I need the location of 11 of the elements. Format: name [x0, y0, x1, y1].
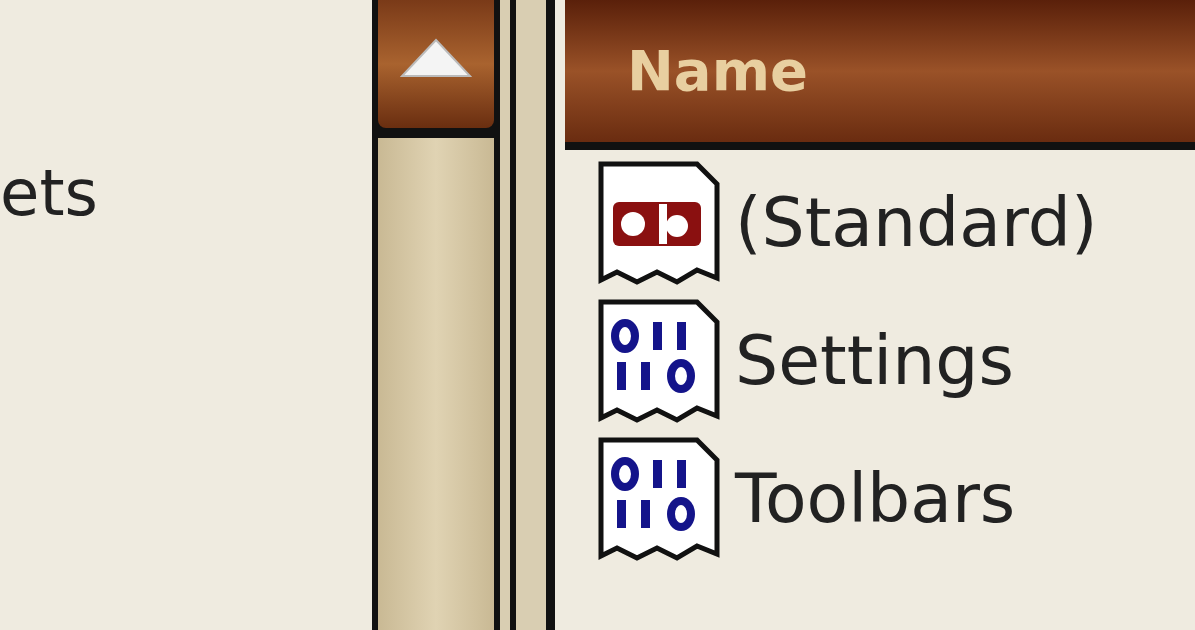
- scroll-up-button[interactable]: [378, 0, 494, 128]
- value-name[interactable]: Settings: [735, 310, 1014, 412]
- tree-item[interactable]: ets: [0, 148, 98, 238]
- string-value-icon: [597, 160, 721, 286]
- value-name[interactable]: Toolbars: [735, 448, 1016, 550]
- column-header[interactable]: Name: [565, 0, 1195, 150]
- scrollbar[interactable]: [372, 0, 500, 630]
- up-arrow-icon: [400, 38, 472, 78]
- binary-value-icon: [597, 298, 721, 424]
- value-name[interactable]: (Standard): [735, 172, 1098, 274]
- binary-value-icon: [597, 436, 721, 562]
